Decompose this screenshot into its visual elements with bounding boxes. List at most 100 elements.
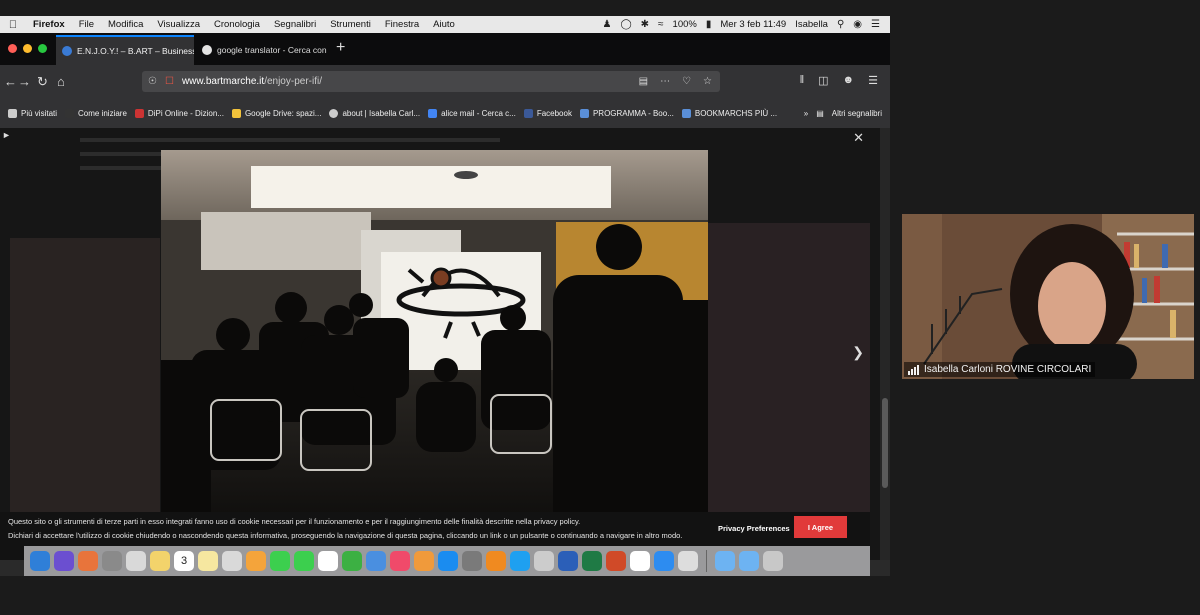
bookmark-dipi[interactable]: DiPi Online - Dizion...	[134, 109, 224, 118]
page-scrollbar[interactable]	[880, 128, 890, 560]
agree-button[interactable]: I Agree	[794, 516, 847, 538]
menu-aiuto[interactable]: Aiuto	[426, 19, 462, 30]
skype-icon[interactable]	[510, 551, 530, 571]
toggle-icon[interactable]: ◯	[620, 19, 631, 30]
bookmark-programma[interactable]: PROGRAMMA - Boo...	[579, 109, 674, 118]
folder-icon[interactable]	[715, 551, 735, 571]
menubar-datetime[interactable]: Mer 3 feb 11:49	[720, 19, 786, 30]
lightbox-close-icon[interactable]: ✕	[853, 130, 864, 146]
music-icon[interactable]	[390, 551, 410, 571]
library-icon[interactable]: ‖	[800, 74, 805, 87]
notification-center-icon[interactable]: ☰	[871, 19, 880, 30]
preview-icon[interactable]	[126, 551, 146, 571]
privacy-preferences-button[interactable]: Privacy Preferences	[718, 524, 790, 533]
hamburger-menu-icon[interactable]: ☰	[868, 74, 878, 87]
bluetooth-icon[interactable]: ✱	[641, 19, 649, 30]
bookmark-star-icon[interactable]: ☆	[703, 76, 712, 87]
apple-icon[interactable]: 	[0, 19, 26, 31]
launchpad-icon[interactable]	[102, 551, 122, 571]
cookie-text-line2: Dichiari di accettare l'utilizzo di cook…	[8, 531, 683, 540]
photos-app-icon[interactable]	[222, 551, 242, 571]
finder-icon[interactable]	[30, 551, 50, 571]
participant-video[interactable]: Isabella Carloni ROVINE CIRCOLARI	[902, 214, 1194, 379]
lightbox-next-icon[interactable]: ❯	[852, 344, 864, 361]
bookmark-label: PROGRAMMA - Boo...	[592, 109, 674, 118]
other-bookmarks[interactable]: Altri segnalibri	[832, 109, 882, 118]
new-tab-icon[interactable]: +	[336, 39, 345, 57]
zoom-window-icon[interactable]	[38, 44, 47, 53]
chevron-right-icon[interactable]: »	[804, 109, 808, 118]
account-icon[interactable]: ☻	[843, 74, 855, 87]
keynote-icon[interactable]	[366, 551, 386, 571]
menu-finestra[interactable]: Finestra	[378, 19, 426, 30]
bookmark-label: Più visitati	[21, 109, 58, 118]
firefox-icon[interactable]	[78, 551, 98, 571]
user-icon[interactable]: ♟	[602, 19, 611, 30]
tab-enjoy[interactable]: E.N.J.O.Y.! – B.ART – Business ✕	[56, 35, 194, 65]
menu-file[interactable]: File	[72, 19, 101, 30]
stickies-icon[interactable]	[198, 551, 218, 571]
numbers-icon[interactable]	[342, 551, 362, 571]
powerpoint-icon[interactable]	[606, 551, 626, 571]
close-tab-icon[interactable]: ✕	[327, 45, 332, 56]
sidebar-icon[interactable]: ◫	[818, 74, 828, 87]
vlc-icon[interactable]	[486, 551, 506, 571]
bookmark-alice-mail[interactable]: alice mail - Cerca c...	[428, 109, 516, 118]
menu-segnalibri[interactable]: Segnalibri	[267, 19, 323, 30]
menu-visualizza[interactable]: Visualizza	[150, 19, 207, 30]
menu-cronologia[interactable]: Cronologia	[207, 19, 267, 30]
facebook-icon	[523, 109, 533, 118]
notes-icon[interactable]	[150, 551, 170, 571]
battery-icon[interactable]: ▮	[706, 19, 712, 30]
word-icon[interactable]	[558, 551, 578, 571]
insecure-lock-icon[interactable]: ☐	[165, 76, 174, 87]
textedit-icon[interactable]	[630, 551, 650, 571]
menu-modifica[interactable]: Modifica	[101, 19, 150, 30]
forward-icon[interactable]: →	[18, 74, 31, 89]
zoom-icon[interactable]	[654, 551, 674, 571]
misc-icon[interactable]	[678, 551, 698, 571]
bookmark-come-iniziare[interactable]: Come iniziare	[65, 109, 127, 118]
url-text[interactable]: www.bartmarche.it/enjoy-per-ifi/	[182, 76, 322, 87]
shared-screen:  Firefox File Modifica Visualizza Crono…	[0, 16, 890, 576]
siri-icon[interactable]	[54, 551, 74, 571]
url-bar[interactable]: ☉ ☐ www.bartmarche.it/enjoy-per-ifi/ ▤ ⋯…	[142, 71, 720, 92]
reload-icon[interactable]: ↻	[37, 74, 48, 90]
lightbox-play-icon[interactable]: ►	[2, 130, 11, 140]
close-window-icon[interactable]	[8, 44, 17, 53]
app-store-icon[interactable]	[438, 551, 458, 571]
facetime-icon[interactable]	[294, 551, 314, 571]
pocket-icon[interactable]: ♡	[682, 76, 691, 87]
scrollbar-thumb[interactable]	[882, 398, 888, 488]
tab-google-translator[interactable]: google translator - Cerca con ✕	[196, 35, 332, 65]
bookmark-label: alice mail - Cerca c...	[441, 109, 516, 118]
system-preferences-icon[interactable]	[462, 551, 482, 571]
downloads-icon[interactable]	[739, 551, 759, 571]
photos-icon[interactable]	[246, 551, 266, 571]
bookmark-google-drive[interactable]: Google Drive: spazi...	[231, 109, 321, 118]
bookmark-facebook[interactable]: Facebook	[523, 109, 572, 118]
messages-icon[interactable]	[270, 551, 290, 571]
home-icon[interactable]: ⌂	[57, 74, 65, 89]
spotlight-search-icon[interactable]: ⚲	[837, 19, 844, 30]
books-icon[interactable]	[414, 551, 434, 571]
reader-view-icon[interactable]: ▤	[639, 76, 648, 87]
page-actions-icon[interactable]: ⋯	[660, 76, 670, 87]
menu-strumenti[interactable]: Strumenti	[323, 19, 378, 30]
minimize-window-icon[interactable]	[23, 44, 32, 53]
excel-icon[interactable]	[582, 551, 602, 571]
reminders-icon[interactable]	[318, 551, 338, 571]
utility-icon[interactable]	[534, 551, 554, 571]
menubar-user[interactable]: Isabella	[795, 19, 828, 30]
tracking-shield-icon[interactable]: ☉	[148, 76, 157, 87]
back-icon[interactable]: ←	[4, 74, 17, 89]
calendar-icon[interactable]: 3	[174, 551, 194, 571]
trash-icon[interactable]	[763, 551, 783, 571]
siri-icon[interactable]: ◉	[853, 19, 862, 30]
wifi-icon[interactable]: ≈	[658, 19, 664, 30]
bookmark-about[interactable]: about | Isabella Carl...	[329, 109, 420, 118]
bookmark-bookmarchs[interactable]: BOOKMARCHS PIÙ ...	[681, 109, 777, 118]
bookmark-piu-visitati[interactable]: Più visitati	[8, 109, 57, 118]
menu-app-name[interactable]: Firefox	[26, 19, 72, 30]
dimmed-page-image	[10, 238, 160, 528]
